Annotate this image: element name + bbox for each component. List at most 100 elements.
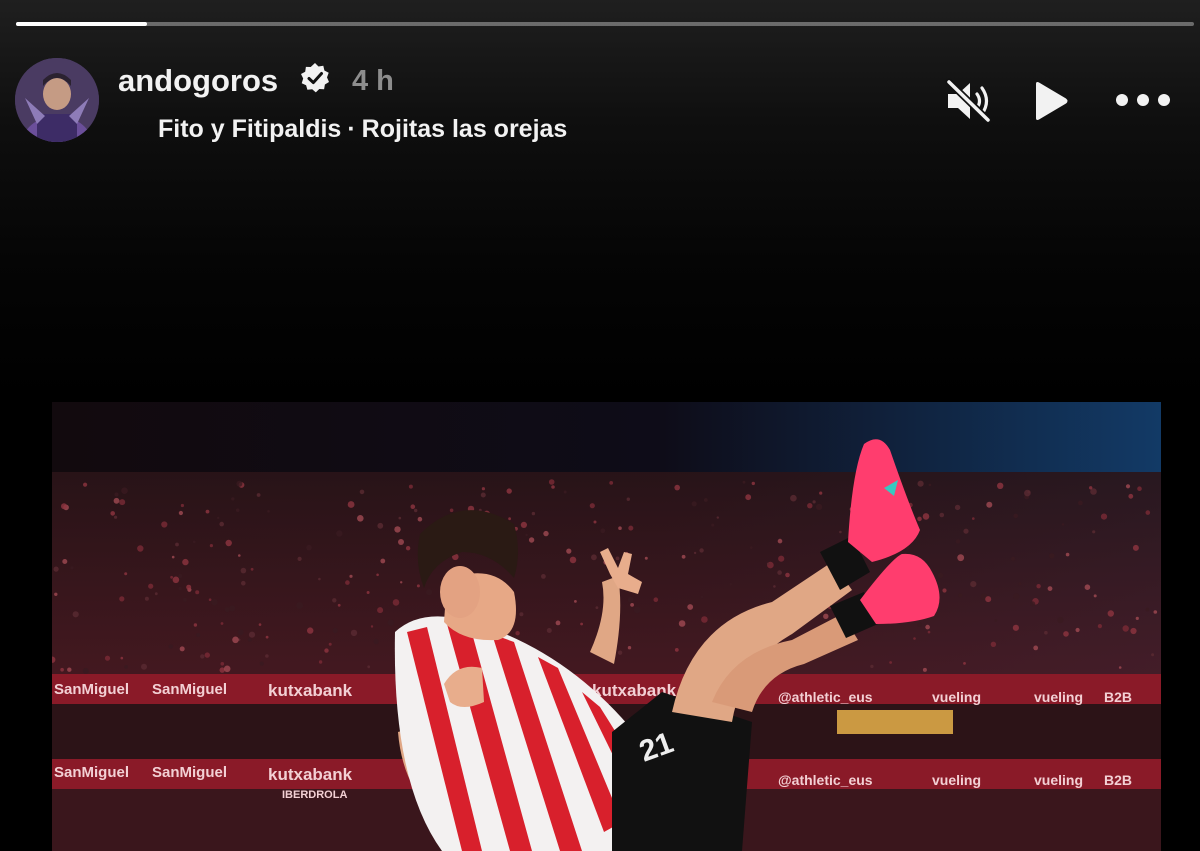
crowd-dot [520,521,527,528]
crowd-dot [324,648,329,653]
music-song: Rojitas las orejas [361,115,568,143]
crowd-dot [53,566,59,572]
crowd-dot [972,517,975,520]
crowd-dot [392,599,400,606]
crowd-dot [259,661,264,666]
crowd-dot [546,628,552,633]
crowd-dot [336,530,343,537]
crowd-dot [178,573,183,579]
crowd-dot [120,656,124,660]
play-icon [1036,82,1068,120]
more-options-button[interactable] [1114,90,1172,110]
crowd-dot [208,598,212,601]
music-attribution[interactable]: Fito y Fitipaldis · Rojitas las orejas [158,113,567,145]
ad-board-text: SanMiguel [152,764,227,781]
crowd-dot [574,600,577,603]
crowd-dot [1145,510,1151,515]
crowd-dot [1092,530,1096,534]
crowd-dot [937,572,944,579]
crowd-dot [927,630,931,634]
crowd-dot [519,612,524,617]
crowd-dot [700,595,704,599]
crowd-dot [196,633,201,637]
crowd-dot [955,539,961,544]
crowd-dot [449,508,454,513]
crowd-dot [1018,582,1022,586]
crowd-dot [628,525,634,531]
story-progress-fill [16,22,147,26]
ad-board-text: kutxabank [268,765,353,784]
crowd-dot [237,629,244,636]
avatar[interactable] [15,58,99,142]
crowd-dot [551,485,555,489]
crowd-dot [674,484,680,491]
crowd-dot [182,558,189,566]
ad-board-text: SanMiguel [54,681,129,698]
crowd-dot [653,597,659,602]
crowd-dot [922,513,930,520]
crowd-dot [1089,486,1093,490]
crowd-dot [970,581,977,588]
crowd-dot [223,665,231,673]
crowd-dot [60,667,64,672]
crowd-dot [701,616,708,623]
crowd-dot [963,528,969,534]
crowd-dot [958,593,963,598]
crowd-dot [785,572,790,578]
crowd-dot [957,554,965,562]
crowd-dot [70,566,74,570]
crowd-dot [225,539,232,547]
ad-board-text: SanMiguel [54,764,129,781]
ad-board-text: B2B [1104,772,1132,788]
crowd-dot [541,574,546,579]
crowd-dot [72,611,79,618]
crowd-dot [678,620,686,627]
crowd-dot [1118,666,1122,669]
crowd-dot [67,667,72,672]
crowd-dot [508,517,511,521]
crowd-dot [729,582,732,586]
crowd-dot [555,620,561,626]
crowd-dot [328,642,332,646]
crowd-dot [716,516,719,519]
crowd-dot [119,596,125,602]
ad-board-text: vueling [1034,689,1083,705]
crowd-dot [318,660,323,664]
crowd-dot [265,635,269,639]
crowd-dot [917,480,924,487]
username[interactable]: andogoros [118,62,278,100]
crowd-dot [307,627,314,634]
crowd-dot [703,498,708,502]
crowd-dot [1128,493,1134,499]
crowd-dot [627,596,634,603]
play-button[interactable] [1030,80,1070,122]
crowd-dot [367,665,371,669]
crowd-dot [192,540,196,544]
crowd-dot [224,607,230,613]
mute-button[interactable] [944,78,992,124]
crowd-dot [595,606,599,609]
crowd-dot [172,576,180,584]
crowd-dot [1075,627,1080,633]
crowd-dot [1065,552,1070,557]
crowd-dot [373,638,379,645]
crowd-dot [566,548,572,554]
crowd-dot [137,545,144,552]
crowd-dot [600,528,606,534]
crowd-dot [297,556,302,561]
crowd-dot [426,589,433,596]
crowd-dot [54,592,58,596]
crowd-dot [347,501,355,508]
crowd-dot [258,623,262,626]
crowd-dot [414,508,418,513]
crowd-dot [416,584,420,588]
crowd-dot [925,624,930,630]
crowd-dot [241,580,246,586]
story-photo: SanMiguel SanMiguel kutxabank kutxabank … [52,402,1161,851]
crowd-dot [83,482,88,487]
crowd-dot [917,622,922,627]
story-viewer: andogoros 4 h Fito y Fitipaldis · Rojitas … [0,0,1200,851]
crowd-dot [1030,601,1036,607]
crowd-dot [1107,610,1115,617]
crowd-dot [928,483,932,487]
